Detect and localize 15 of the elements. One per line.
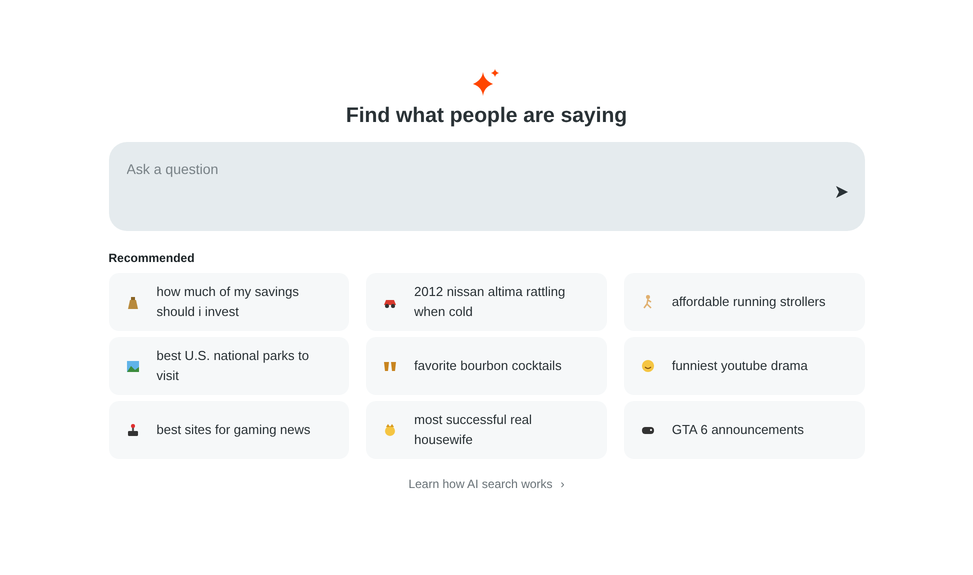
suggestion-card[interactable]: 2012 nissan altima rattling when cold: [366, 273, 607, 331]
suggestion-card[interactable]: favorite bourbon cocktails: [366, 337, 607, 395]
suggestion-card[interactable]: best U.S. national parks to visit: [108, 337, 350, 395]
suggestion-card[interactable]: most successful real housewife: [366, 401, 607, 459]
heading: Find what people are saying: [346, 104, 628, 128]
emoji-icon: [124, 358, 140, 374]
suggestion-card[interactable]: affordable running strollers: [624, 273, 864, 331]
question-field[interactable]: Ask a question: [124, 160, 808, 178]
section-title: Recommended: [108, 251, 196, 265]
suggestion-card[interactable]: funniest youtube drama: [624, 337, 864, 395]
suggestion-card[interactable]: GTA 6 announcements: [624, 401, 864, 459]
suggestion-card[interactable]: how much of my savings should i invest: [108, 273, 350, 331]
emoji-icon: [640, 358, 656, 374]
learn-more-link[interactable]: Learn how AI search works ›: [408, 477, 565, 491]
suggestion-card[interactable]: best sites for gaming news: [108, 401, 350, 459]
